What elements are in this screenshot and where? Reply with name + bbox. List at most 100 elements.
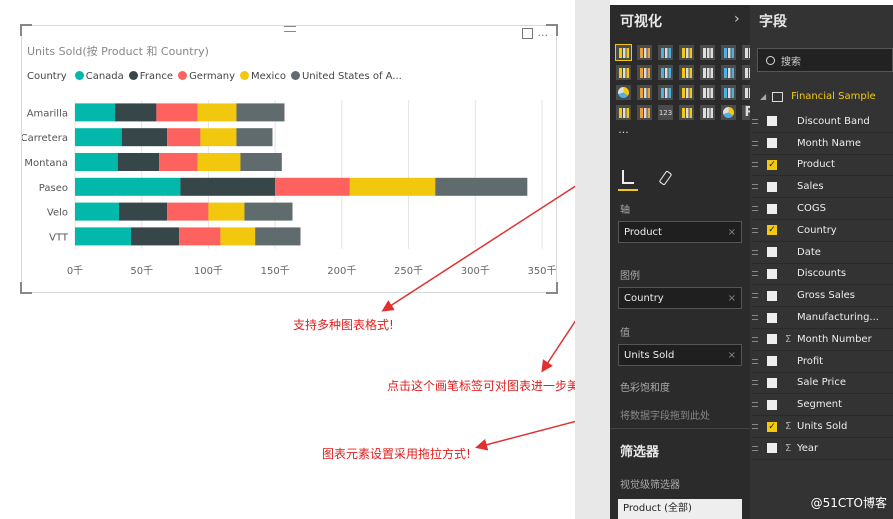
field-checkbox[interactable] [767, 334, 777, 345]
field-checkbox[interactable] [767, 443, 777, 454]
field-item[interactable]: Discount Band [752, 111, 893, 133]
fields-tab[interactable] [618, 167, 638, 191]
field-item[interactable]: Month Name [752, 133, 893, 155]
line-clustered-icon[interactable] [679, 65, 694, 80]
legend-item[interactable]: Germany [178, 71, 235, 82]
field-item[interactable]: Gross Sales [752, 285, 893, 308]
legend-item[interactable]: United States of A... [290, 71, 402, 82]
slicer-icon[interactable] [700, 105, 715, 120]
legend-well[interactable]: Country × [618, 287, 742, 309]
drag-grip-icon[interactable] [752, 358, 758, 364]
area-icon[interactable] [616, 65, 631, 80]
field-item[interactable]: Manufacturing... [752, 307, 893, 329]
waterfall-icon[interactable] [721, 65, 736, 80]
100-bar-icon[interactable] [700, 45, 715, 60]
pie-icon[interactable] [616, 85, 631, 100]
field-checkbox[interactable]: ✓ [767, 159, 777, 170]
filled-map-icon[interactable] [721, 85, 736, 100]
remove-axis-icon[interactable]: × [728, 227, 736, 238]
saturation-drop-hint[interactable]: 将数据字段拖到此处 [620, 407, 710, 422]
axis-well[interactable]: Product × [618, 221, 742, 243]
field-item[interactable]: Sale Price [752, 373, 893, 395]
field-item[interactable]: Σ Month Number [752, 329, 893, 351]
100-column-icon[interactable] [721, 45, 736, 60]
line-column-icon[interactable] [658, 65, 673, 80]
clustered-column-icon[interactable] [679, 45, 694, 60]
legend-swatch [240, 71, 250, 80]
gauge-icon[interactable] [616, 105, 631, 120]
treemap-icon[interactable] [637, 85, 652, 100]
drag-grip-icon[interactable] [752, 206, 758, 212]
resize-handle[interactable] [20, 24, 32, 36]
kpi-icon[interactable] [679, 105, 694, 120]
drag-grip-icon[interactable] [752, 336, 758, 342]
focus-mode-icon[interactable] [521, 28, 533, 39]
drag-grip-icon[interactable] [752, 162, 758, 168]
legend-item[interactable]: Mexico [240, 71, 286, 82]
format-brush-tab[interactable] [658, 169, 674, 186]
legend-item[interactable]: France [128, 71, 173, 82]
field-checkbox[interactable] [767, 356, 777, 367]
drag-grip-icon[interactable] [752, 293, 758, 299]
map-icon[interactable] [658, 85, 673, 100]
field-checkbox[interactable]: ✓ [767, 225, 777, 236]
field-item[interactable]: ✓ Σ Units Sold [752, 416, 893, 438]
matrix-icon[interactable] [700, 85, 715, 100]
card-icon[interactable]: 123 [658, 105, 673, 120]
field-item[interactable]: Segment [752, 394, 893, 417]
drag-grip-icon[interactable] [752, 445, 758, 451]
field-item[interactable]: Profit [752, 351, 893, 373]
drag-grip-icon[interactable] [752, 249, 758, 255]
field-item[interactable]: Date [752, 242, 893, 264]
field-checkbox[interactable] [767, 247, 777, 258]
table-financial-sample[interactable]: ◢ Financial Sample [760, 91, 876, 102]
field-checkbox[interactable]: ✓ [767, 421, 777, 432]
drag-grip-icon[interactable] [284, 26, 296, 32]
drag-grip-icon[interactable] [752, 402, 758, 408]
field-checkbox[interactable] [767, 181, 777, 192]
ribbon-icon[interactable] [700, 65, 715, 80]
field-checkbox[interactable] [767, 268, 777, 279]
field-checkbox[interactable] [767, 138, 777, 149]
field-checkbox[interactable] [767, 203, 777, 214]
more-options-icon[interactable]: ··· [538, 29, 549, 42]
field-item[interactable]: Discounts [752, 264, 893, 286]
donut-icon[interactable] [721, 105, 736, 120]
field-checkbox[interactable] [767, 399, 777, 410]
field-item[interactable]: Σ Year [752, 438, 893, 460]
bar-segment [131, 227, 180, 246]
table-icon[interactable] [679, 85, 694, 100]
field-checkbox[interactable] [767, 312, 777, 323]
remove-value-icon[interactable]: × [728, 350, 736, 361]
drag-grip-icon[interactable] [752, 380, 758, 386]
field-checkbox[interactable] [767, 116, 777, 127]
field-item[interactable]: ✓ Product [752, 155, 893, 177]
field-item[interactable]: COGS [752, 198, 893, 220]
field-item[interactable]: Sales [752, 176, 893, 199]
legend-item[interactable]: Canada [74, 71, 124, 82]
drag-grip-icon[interactable] [752, 424, 758, 430]
stacked-column-icon[interactable] [637, 45, 652, 60]
value-well[interactable]: Units Sold × [618, 344, 742, 366]
filter-card-product[interactable]: Product (全部) [618, 499, 742, 519]
stacked-area-icon[interactable] [637, 65, 652, 80]
stacked-bar-icon[interactable] [615, 44, 632, 61]
drag-grip-icon[interactable] [752, 184, 758, 190]
collapse-chevron-icon[interactable]: › [734, 11, 740, 27]
field-checkbox[interactable] [767, 290, 777, 301]
remove-legend-icon[interactable]: × [728, 293, 736, 304]
field-checkbox[interactable] [767, 377, 777, 388]
clustered-bar-icon[interactable] [658, 45, 673, 60]
bar-segment [208, 202, 245, 221]
fields-search-box[interactable]: 搜索 [757, 48, 893, 72]
drag-grip-icon[interactable] [752, 118, 758, 124]
drag-grip-icon[interactable] [752, 140, 758, 146]
drag-grip-icon[interactable] [752, 315, 758, 321]
drag-grip-icon[interactable] [752, 227, 758, 233]
chart-card[interactable]: ··· Units Sold(按 Product 和 Country) Coun… [20, 24, 558, 294]
drag-grip-icon[interactable] [752, 271, 758, 277]
multi-row-card-icon[interactable] [637, 105, 652, 120]
field-item[interactable]: ✓ Country [752, 220, 893, 242]
more-visuals-icon[interactable]: ··· [616, 125, 631, 140]
bar-segment [220, 227, 256, 246]
